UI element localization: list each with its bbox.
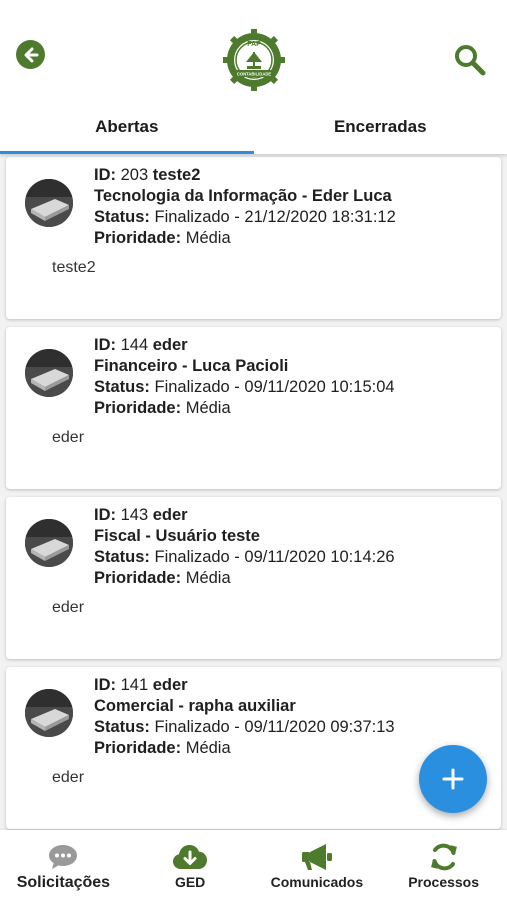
status-label: Status: bbox=[94, 718, 150, 736]
ticket-status-line: Status: Finalizado - 09/11/2020 09:37:13 bbox=[94, 717, 493, 738]
nav-label: Solicitações bbox=[16, 874, 111, 891]
ticket-card[interactable]: ID: 203 teste2 Tecnologia da Informação -… bbox=[6, 157, 501, 319]
app-header: FAP CONTABILIDADE bbox=[0, 0, 507, 100]
nav-processos[interactable]: Processos bbox=[380, 830, 507, 900]
ticket-description: eder bbox=[52, 429, 85, 446]
id-label: ID: bbox=[94, 166, 116, 184]
status-label: Status: bbox=[94, 208, 150, 226]
ticket-id: 203 bbox=[120, 166, 149, 184]
ticket-info: ID: 144 eder Financeiro - Luca Pacioli Sta… bbox=[94, 335, 493, 419]
ticket-priority-line: Prioridade: Média bbox=[94, 398, 493, 419]
nav-solicitacoes[interactable]: Solicitações bbox=[0, 830, 127, 900]
ticket-status-line: Status: Finalizado - 09/11/2020 10:15:04 bbox=[94, 377, 493, 398]
ticket-id: 143 bbox=[120, 506, 149, 524]
priority-label: Prioridade: bbox=[94, 229, 182, 247]
ticket-department-line: Comercial - rapha auxiliar bbox=[94, 696, 493, 717]
ticket-priority: Média bbox=[185, 399, 231, 417]
ticket-id-line: ID: 203 teste2 bbox=[94, 165, 493, 186]
ticket-title: eder bbox=[152, 336, 188, 354]
add-ticket-button[interactable] bbox=[419, 745, 487, 813]
tab-bar: Abertas Encerradas bbox=[0, 100, 507, 154]
status-label: Status: bbox=[94, 378, 150, 396]
ticket-card[interactable]: ID: 144 eder Financeiro - Luca Pacioli Sta… bbox=[6, 327, 501, 489]
nav-label: Comunicados bbox=[270, 874, 364, 890]
priority-label: Prioridade: bbox=[94, 569, 182, 587]
ticket-title: eder bbox=[152, 676, 188, 694]
tab-encerradas[interactable]: Encerradas bbox=[254, 100, 507, 154]
logo-text-top: FAP bbox=[247, 41, 261, 48]
nav-label: GED bbox=[174, 874, 206, 890]
ticket-id-line: ID: 141 eder bbox=[94, 675, 493, 696]
nav-label: Processos bbox=[408, 874, 480, 890]
ticket-priority-line: Prioridade: Média bbox=[94, 228, 493, 249]
arrow-left-circle-icon bbox=[24, 47, 38, 62]
ticket-description: teste2 bbox=[52, 259, 96, 276]
ticket-id: 144 bbox=[120, 336, 149, 354]
avatar bbox=[25, 179, 73, 227]
ticket-priority: Média bbox=[185, 739, 231, 757]
ticket-title: teste2 bbox=[152, 166, 201, 184]
priority-label: Prioridade: bbox=[94, 739, 182, 757]
ticket-status-line: Status: Finalizado - 21/12/2020 18:31:12 bbox=[94, 207, 493, 228]
search-button[interactable] bbox=[452, 42, 488, 78]
id-label: ID: bbox=[94, 336, 116, 354]
ticket-title: eder bbox=[152, 506, 188, 524]
plus-icon bbox=[442, 768, 464, 790]
search-icon bbox=[455, 45, 486, 76]
ticket-status-line: Status: Finalizado - 09/11/2020 10:14:26 bbox=[94, 547, 493, 568]
ticket-status: Finalizado - 09/11/2020 10:14:26 bbox=[154, 548, 395, 566]
ticket-id-line: ID: 143 eder bbox=[94, 505, 493, 526]
company-logo: FAP CONTABILIDADE bbox=[222, 28, 286, 92]
ticket-info: ID: 143 eder Fiscal - Usuário teste Status… bbox=[94, 505, 493, 589]
ticket-department: Fiscal - Usuário teste bbox=[94, 527, 260, 545]
ticket-priority: Média bbox=[185, 569, 231, 587]
avatar bbox=[25, 349, 73, 397]
ticket-info: ID: 141 eder Comercial - rapha auxiliar St… bbox=[94, 675, 493, 759]
ticket-department-line: Financeiro - Luca Pacioli bbox=[94, 356, 493, 377]
id-label: ID: bbox=[94, 676, 116, 694]
ticket-list: ID: 203 teste2 Tecnologia da Informação -… bbox=[0, 154, 507, 830]
avatar bbox=[25, 689, 73, 737]
ticket-id: 141 bbox=[120, 676, 149, 694]
ticket-id-line: ID: 144 eder bbox=[94, 335, 493, 356]
nav-ged[interactable]: GED bbox=[127, 830, 254, 900]
ticket-priority-line: Prioridade: Média bbox=[94, 568, 493, 589]
ticket-status: Finalizado - 09/11/2020 09:37:13 bbox=[154, 718, 395, 736]
back-button[interactable] bbox=[16, 40, 45, 69]
megaphone-icon bbox=[301, 844, 332, 870]
ticket-status: Finalizado - 09/11/2020 10:15:04 bbox=[154, 378, 395, 396]
priority-label: Prioridade: bbox=[94, 399, 182, 417]
cloud-download-icon bbox=[173, 845, 208, 869]
bottom-navigation: Solicitações GED Comunicados Processos bbox=[0, 830, 507, 900]
ticket-department: Comercial - rapha auxiliar bbox=[94, 697, 296, 715]
id-label: ID: bbox=[94, 506, 116, 524]
ticket-department-line: Fiscal - Usuário teste bbox=[94, 526, 493, 547]
status-label: Status: bbox=[94, 548, 150, 566]
ticket-card[interactable]: ID: 141 eder Comercial - rapha auxiliar St… bbox=[6, 667, 501, 829]
refresh-icon bbox=[430, 843, 457, 871]
ticket-department-line: Tecnologia da Informação - Eder Luca bbox=[94, 186, 493, 207]
avatar bbox=[25, 519, 73, 567]
ticket-card[interactable]: ID: 143 eder Fiscal - Usuário teste Status… bbox=[6, 497, 501, 659]
ticket-status: Finalizado - 21/12/2020 18:31:12 bbox=[154, 208, 396, 226]
nav-comunicados[interactable]: Comunicados bbox=[254, 830, 381, 900]
ticket-info: ID: 203 teste2 Tecnologia da Informação -… bbox=[94, 165, 493, 249]
ticket-description: eder bbox=[52, 599, 85, 616]
logo-text-bottom: CONTABILIDADE bbox=[237, 72, 272, 77]
ticket-priority: Média bbox=[185, 229, 231, 247]
ticket-department: Tecnologia da Informação - Eder Luca bbox=[94, 187, 392, 205]
tab-abertas[interactable]: Abertas bbox=[0, 100, 254, 154]
chat-bubble-icon bbox=[49, 845, 78, 869]
ticket-department: Financeiro - Luca Pacioli bbox=[94, 357, 289, 375]
ticket-description: eder bbox=[52, 769, 85, 786]
